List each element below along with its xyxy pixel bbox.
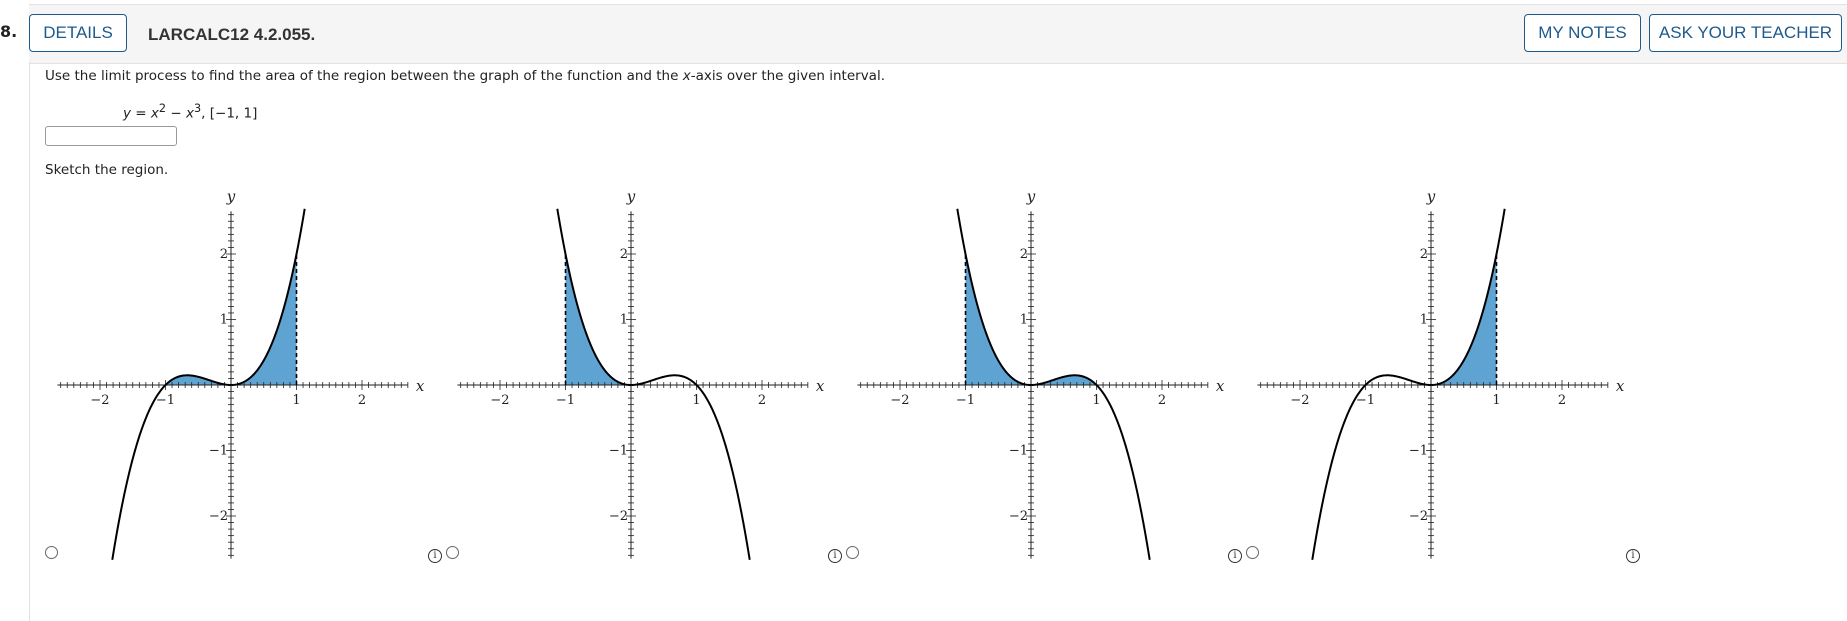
- x-tick-label: −1: [1356, 393, 1375, 408]
- graph-option-radio[interactable]: [446, 546, 459, 559]
- y-axis-label: y: [226, 187, 236, 205]
- y-tick-label: −1: [209, 444, 228, 459]
- x-tick-label: −1: [956, 393, 975, 408]
- x-tick-label: −1: [156, 393, 175, 408]
- y-tick-label: −1: [609, 444, 628, 459]
- question-number: 8.: [0, 22, 18, 41]
- details-button[interactable]: DETAILS: [29, 14, 127, 52]
- x-tick-label: 1: [1492, 393, 1500, 408]
- graph-option-4: −2 −1 1 2 2 1 −1 −2 x y: [1257, 187, 1625, 560]
- y-tick-label: −2: [209, 509, 228, 524]
- graph-option-3: −2 −1 1 2 2 1 −1 −2 x y: [857, 187, 1225, 560]
- y-axis-label: y: [1026, 187, 1036, 205]
- x-tick-label: −1: [556, 393, 575, 408]
- graph-option-radio[interactable]: [846, 546, 859, 559]
- x-tick-label: 2: [358, 393, 366, 408]
- y-tick-label: −2: [1409, 509, 1428, 524]
- x-tick-label: 2: [1558, 393, 1566, 408]
- y-axis-label: y: [1426, 187, 1436, 205]
- y-tick-label: 2: [620, 247, 628, 262]
- shaded-region: [1431, 254, 1497, 385]
- y-tick-label: 2: [1020, 247, 1028, 262]
- y-tick-label: −2: [609, 509, 628, 524]
- x-tick-label: 1: [1092, 393, 1100, 408]
- y-tick-label: 1: [620, 313, 628, 328]
- ask-teacher-button[interactable]: ASK YOUR TEACHER: [1649, 14, 1842, 52]
- x-tick-label: −2: [890, 393, 909, 408]
- y-axis-label: y: [626, 187, 636, 205]
- x-tick-label: −2: [1290, 393, 1309, 408]
- question-header: DETAILS LARCALC12 4.2.055. MY NOTES ASK …: [29, 4, 1847, 64]
- graph-option-radio[interactable]: [1246, 546, 1259, 559]
- info-icon[interactable]: i: [828, 549, 842, 563]
- answer-input[interactable]: [45, 126, 177, 146]
- y-tick-label: 1: [1020, 313, 1028, 328]
- y-tick-label: −1: [1409, 444, 1428, 459]
- sketch-prompt: Sketch the region.: [45, 162, 169, 178]
- instruction-text: Use the limit process to find the area o…: [45, 68, 885, 84]
- info-icon[interactable]: i: [428, 549, 442, 563]
- y-tick-label: −1: [1009, 444, 1028, 459]
- info-icon[interactable]: i: [1228, 549, 1242, 563]
- x-tick-label: 1: [692, 393, 700, 408]
- info-icon[interactable]: i: [1626, 549, 1640, 563]
- x-axis-label: x: [1216, 377, 1225, 395]
- x-axis-label: x: [416, 377, 425, 395]
- function-equation: y = x2 − x3, [−1, 1]: [123, 102, 258, 122]
- y-tick-label: −2: [1009, 509, 1028, 524]
- x-tick-label: 2: [758, 393, 766, 408]
- graph-option-radio[interactable]: [45, 546, 58, 559]
- x-tick-label: −2: [90, 393, 109, 408]
- x-tick-label: −2: [490, 393, 509, 408]
- y-tick-label: 2: [1420, 247, 1428, 262]
- x-tick-label: 1: [292, 393, 300, 408]
- y-tick-label: 1: [220, 313, 228, 328]
- x-tick-label: 2: [1158, 393, 1166, 408]
- my-notes-button[interactable]: MY NOTES: [1524, 14, 1641, 52]
- question-id: LARCALC12 4.2.055.: [148, 25, 316, 44]
- x-axis-label: x: [816, 377, 825, 395]
- x-axis-label: x: [1616, 377, 1625, 395]
- y-tick-label: 1: [1420, 313, 1428, 328]
- graph-option-1: −2 −1 1 2 2 1 −1 −2 x y: [57, 187, 425, 560]
- graph-option-2: −2 −1 1 2 2 1 −1 −2 x y: [457, 187, 825, 560]
- y-tick-label: 2: [220, 247, 228, 262]
